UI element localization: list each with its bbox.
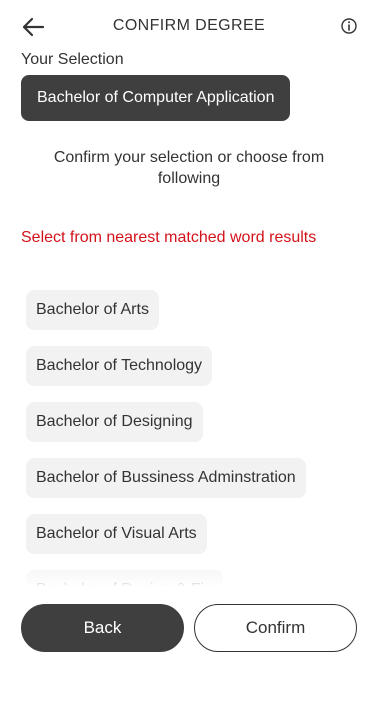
selected-degree-chip: Bachelor of Computer Application <box>21 75 291 121</box>
confirm-button[interactable]: Confirm <box>194 604 357 652</box>
selection-label: Your Selection <box>21 51 124 68</box>
suggestions-heading: Select from nearest matched word results <box>21 229 317 246</box>
info-circle-icon[interactable] <box>340 17 358 35</box>
suggestion-chip[interactable]: Bachelor of Bussiness Adminstration <box>26 458 306 498</box>
suggestion-chip[interactable]: Bachelor of Technology <box>26 346 213 386</box>
page-title: CONFIRM DEGREE <box>112 17 266 34</box>
suggestion-chip[interactable]: Bachelor of Visual Arts <box>26 514 207 554</box>
header-bar: CONFIRM DEGREE <box>0 0 378 52</box>
suggestion-chip[interactable]: Bachelor of Designing <box>26 402 203 442</box>
suggestion-chip[interactable]: Bachelor of Design & Fin <box>26 570 223 586</box>
confirm-message: Confirm your selection or choose from fo… <box>53 149 325 187</box>
back-button[interactable]: Back <box>21 604 184 652</box>
suggestions-list[interactable]: Bachelor of Arts Bachelor of Technology … <box>0 280 378 586</box>
suggestion-chip[interactable]: Bachelor of Arts <box>26 290 159 330</box>
